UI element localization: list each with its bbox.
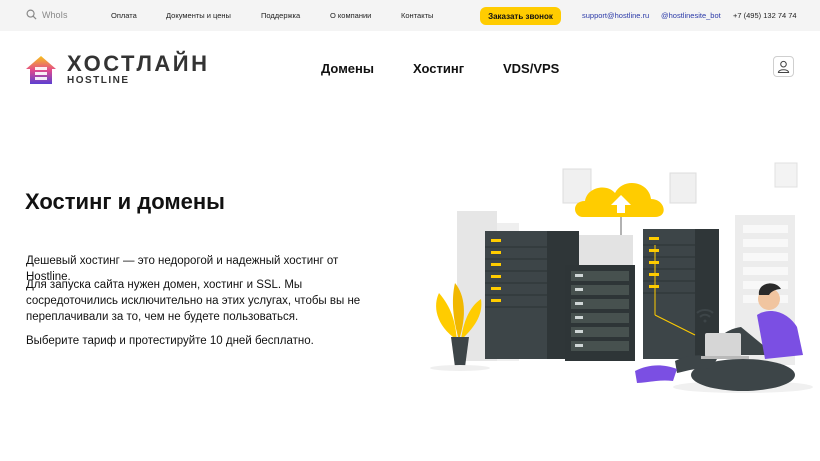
support-email-link[interactable]: support@hostline.ru: [582, 11, 649, 20]
logo-sub-text: HOSTLINE: [67, 75, 130, 86]
call-request-button[interactable]: Заказать звонок: [480, 7, 561, 25]
user-icon: [777, 60, 790, 73]
whois-placeholder: WhoIs: [42, 9, 68, 20]
logo[interactable]: ХОСТЛАЙН HOSTLINE: [25, 53, 209, 86]
page-title: Хостинг и домены: [25, 189, 225, 214]
logo-main-text: ХОСТЛАЙН: [67, 51, 210, 76]
account-button[interactable]: [773, 56, 794, 77]
phone-link[interactable]: +7 (495) 132 74 74: [733, 11, 797, 20]
search-icon: [26, 9, 37, 20]
link-about[interactable]: О компании: [330, 11, 371, 20]
link-payment[interactable]: Оплата: [111, 11, 137, 20]
nav-hosting[interactable]: Хостинг: [413, 61, 464, 76]
hero-paragraph-3: Выберите тариф и протестируйте 10 дней б…: [26, 335, 314, 347]
hosting-illustration: [430, 162, 813, 393]
nav-vds-vps[interactable]: VDS/VPS: [503, 61, 559, 76]
telegram-bot-link[interactable]: @hostlinesite_bot: [661, 11, 721, 20]
link-contacts[interactable]: Контакты: [401, 11, 433, 20]
logo-text: ХОСТЛАЙН HOSTLINE: [67, 51, 210, 87]
hero-paragraph-2: Для запуска сайта нужен домен, хостинг и…: [26, 279, 361, 323]
logo-house-icon: [26, 55, 56, 84]
nav-domains[interactable]: Домены: [321, 61, 374, 76]
link-documents[interactable]: Документы и цены: [166, 11, 231, 20]
whois-search[interactable]: WhoIs: [26, 9, 68, 20]
link-support[interactable]: Поддержка: [261, 11, 300, 20]
top-bar: WhoIs Оплата Документы и цены Поддержка …: [0, 0, 820, 31]
